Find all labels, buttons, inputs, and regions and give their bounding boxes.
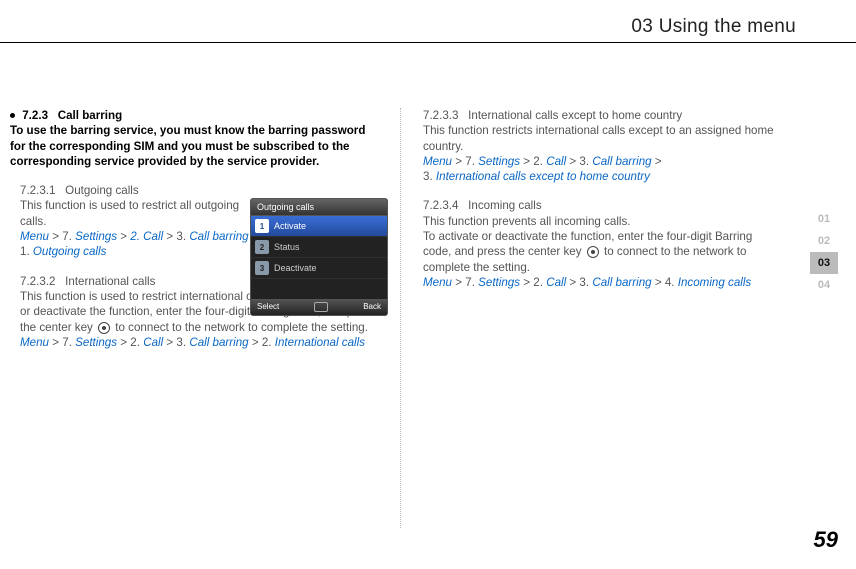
path-outgoing: Outgoing calls	[33, 245, 106, 258]
phone-screenshot: Outgoing calls 1 Activate 2 Status 3 Dea…	[250, 198, 388, 316]
path-step: 3.	[176, 230, 186, 243]
sub-title: International calls	[65, 275, 155, 288]
path-menu: Menu	[20, 230, 49, 243]
path-step: 7.	[465, 276, 475, 289]
phone-softkey-left: Select	[257, 302, 279, 312]
path-call: 2. Call	[130, 230, 163, 243]
path-call: Call	[143, 336, 163, 349]
phone-item-number: 1	[255, 219, 269, 233]
chapter-tab-04: 04	[810, 274, 838, 296]
path-step: 2.	[130, 336, 140, 349]
sub-number: 7.2.3.4	[423, 199, 458, 212]
right-column: 7.2.3.3 International calls except to ho…	[401, 108, 794, 528]
center-key-icon	[98, 322, 110, 334]
chapter-tab-01: 01	[810, 208, 838, 230]
sub-number: 7.2.3.2	[20, 275, 55, 288]
path-menu: Menu	[423, 155, 452, 168]
chapter-tabs: 01 02 03 04	[810, 208, 838, 296]
sub-body: This function restricts international ca…	[423, 123, 780, 154]
page-number: 59	[814, 527, 838, 553]
path-settings: Settings	[478, 276, 520, 289]
phone-softkeys: Select Back	[251, 299, 387, 315]
phone-menu-item-status: 2 Status	[251, 237, 387, 258]
phone-softkey-right: Back	[363, 302, 381, 312]
path-call: Call	[546, 155, 566, 168]
phone-item-label: Activate	[274, 221, 306, 231]
menu-path: Menu > 7. Settings > 2. Call > 3. Call b…	[20, 335, 380, 350]
section-title: Call barring	[58, 109, 122, 122]
path-step: 2.	[533, 155, 543, 168]
path-intl-except-home: International calls except to home count…	[436, 170, 650, 183]
path-step: 7.	[62, 230, 72, 243]
path-call: Call	[546, 276, 566, 289]
path-step: 3.	[176, 336, 186, 349]
path-callbarring: Call barring	[189, 230, 248, 243]
path-settings: Settings	[478, 155, 520, 168]
menu-path: Menu > 7. Settings > 2. Call > 3. Call b…	[423, 154, 780, 185]
path-menu: Menu	[423, 276, 452, 289]
path-menu: Menu	[20, 336, 49, 349]
section-heading: 7.2.3 Call barring	[10, 108, 380, 123]
phone-item-number: 3	[255, 261, 269, 275]
phone-softkey-center-icon	[314, 302, 328, 312]
sub-body: This function is used to restrict all ou…	[20, 198, 240, 229]
sub-number: 7.2.3.3	[423, 109, 458, 122]
phone-menu-item-deactivate: 3 Deactivate	[251, 258, 387, 279]
path-step: 7.	[62, 336, 72, 349]
bullet-icon	[10, 113, 15, 118]
sub-body-text: to connect to the network to complete th…	[115, 321, 368, 334]
subsection-7-2-3-4: 7.2.3.4 Incoming calls This function pre…	[423, 198, 780, 290]
phone-item-label: Status	[274, 242, 300, 252]
path-callbarring: Call barring	[592, 155, 651, 168]
path-step: 2.	[533, 276, 543, 289]
chapter-title: 03 Using the menu	[631, 16, 796, 38]
sub-number: 7.2.3.1	[20, 184, 55, 197]
path-step: 2.	[262, 336, 272, 349]
content-area: 7.2.3 Call barring To use the barring se…	[8, 108, 794, 528]
phone-item-number: 2	[255, 240, 269, 254]
path-callbarring: Call barring	[592, 276, 651, 289]
header-rule	[0, 42, 856, 43]
chapter-tab-02: 02	[810, 230, 838, 252]
path-step: 3.	[579, 155, 589, 168]
path-step: 7.	[465, 155, 475, 168]
path-step: 3.	[579, 276, 589, 289]
path-step: 4.	[665, 276, 675, 289]
sub-body: To activate or deactivate the function, …	[423, 229, 780, 275]
path-settings: Settings	[75, 336, 117, 349]
phone-title: Outgoing calls	[251, 199, 387, 216]
path-incoming: Incoming calls	[678, 276, 751, 289]
path-settings: Settings	[75, 230, 117, 243]
path-step: 3.	[423, 170, 433, 183]
section-number: 7.2.3	[22, 109, 48, 122]
center-key-icon	[587, 246, 599, 258]
sub-body: This function prevents all incoming call…	[423, 214, 780, 229]
path-step: 1.	[20, 245, 30, 258]
sub-title: International calls except to home count…	[468, 109, 682, 122]
subsection-7-2-3-3: 7.2.3.3 International calls except to ho…	[423, 108, 780, 184]
sub-title: Incoming calls	[468, 199, 541, 212]
path-international: International calls	[275, 336, 365, 349]
menu-path: Menu > 7. Settings > 2. Call > 3. Call b…	[423, 275, 780, 290]
left-column: 7.2.3 Call barring To use the barring se…	[8, 108, 401, 528]
chapter-tab-03: 03	[810, 252, 838, 274]
path-callbarring: Call barring	[189, 336, 248, 349]
section-intro: To use the barring service, you must kno…	[10, 123, 380, 169]
phone-menu-item-activate: 1 Activate	[251, 216, 387, 237]
phone-item-label: Deactivate	[274, 263, 317, 273]
sub-title: Outgoing calls	[65, 184, 138, 197]
